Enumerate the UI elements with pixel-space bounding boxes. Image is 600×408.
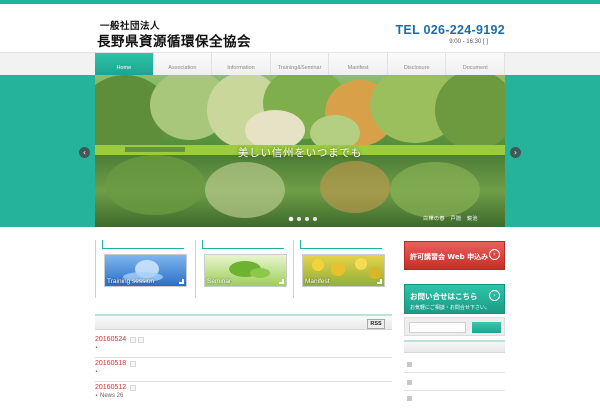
nav-item-information[interactable]: Information: [211, 53, 270, 75]
card-accent-line: [102, 248, 184, 249]
card-accent: [202, 240, 203, 248]
nav-item-training-seminar[interactable]: Training&Seminar: [269, 53, 329, 75]
search-button[interactable]: [472, 322, 501, 333]
card-seminar[interactable]: Seminar: [195, 240, 287, 298]
news-item[interactable]: 20160518 •: [95, 360, 392, 382]
rss-button[interactable]: RSS: [367, 319, 385, 329]
search-box: [404, 317, 505, 336]
corner-arrow-icon: [377, 279, 382, 284]
slide-dot-4[interactable]: [313, 217, 317, 221]
bullet-square-icon: [407, 362, 412, 367]
site-header: 一般社団法人 長野県資源循環保全協会 TEL 026-224-9192 9:00…: [0, 4, 600, 52]
seminar-application-banner[interactable]: 許可講習会 Web 申込み ›: [404, 241, 505, 270]
slide-next-button[interactable]: ›: [510, 147, 521, 158]
card-accent: [300, 240, 301, 248]
news-date[interactable]: 20160524: [95, 336, 126, 343]
card-image-manifest[interactable]: Manifest: [302, 254, 385, 287]
bullet-square-icon: [407, 380, 412, 385]
nav-item-manifest[interactable]: Manifest: [328, 53, 387, 75]
card-label: Manifest: [305, 278, 330, 285]
banner-label: お問い合せはこちら: [410, 292, 478, 301]
phone-number: TEL 026-224-9192: [395, 23, 505, 37]
hero-photo-credit: 白樺の春 戸隠 鏡池: [422, 216, 478, 222]
slide-dot-2[interactable]: [297, 217, 301, 221]
card-image-training[interactable]: Training session: [104, 254, 187, 287]
news-tag-icon: [138, 337, 144, 343]
news-date[interactable]: 20160518: [95, 360, 126, 367]
news-bullet: •: [95, 393, 98, 399]
bullet-square-icon: [407, 396, 412, 401]
site-logo-title[interactable]: 長野県資源循環保全協会: [97, 30, 251, 50]
card-label: Seminar: [207, 278, 232, 285]
sidebar-list-item[interactable]: [404, 390, 505, 407]
banner-label: 許可講習会 Web 申込み: [410, 253, 489, 261]
card-accent-line: [202, 248, 284, 249]
news-tag-icon: [130, 337, 136, 343]
hero-caption: 美しい信州をいつまでも: [237, 147, 363, 159]
sidebar-list-header: [404, 340, 505, 353]
card-manifest[interactable]: Manifest: [293, 240, 385, 298]
news-item[interactable]: 20160524 •: [95, 336, 392, 358]
nav-item-association[interactable]: Association: [152, 53, 212, 75]
banner-sublabel: お気軽にご相談・お問合せ下さい。: [410, 305, 490, 311]
slide-prev-button[interactable]: ‹: [79, 147, 90, 158]
sidebar-list-item[interactable]: [404, 356, 505, 373]
card-training-session[interactable]: Training session: [95, 240, 187, 298]
feature-cards: Training session Seminar Manifest: [95, 240, 392, 298]
news-date[interactable]: 20160512: [95, 384, 126, 391]
news-item[interactable]: 20160512 • News 26: [95, 384, 392, 406]
card-label: Training session: [107, 278, 155, 285]
arrow-right-icon: ›: [489, 249, 500, 260]
sidebar-list-item[interactable]: [404, 374, 505, 391]
news-title[interactable]: News 26: [100, 393, 123, 399]
news-tag-icon: [130, 385, 136, 391]
card-image-seminar[interactable]: Seminar: [204, 254, 287, 287]
news-bullet: •: [95, 369, 98, 375]
slide-dot-1[interactable]: [289, 217, 293, 221]
corner-arrow-icon: [279, 279, 284, 284]
search-input[interactable]: [409, 322, 466, 333]
nav-item-home[interactable]: Home: [95, 53, 153, 75]
card-accent-line: [300, 248, 382, 249]
nav-item-document[interactable]: Document: [445, 53, 506, 75]
slide-indicators: [289, 217, 317, 221]
news-list: 20160524 • 20160518 • 20160512 • News 26: [95, 336, 392, 408]
hero-slideshow[interactable]: 美しい信州をいつまでも 白樺の春 戸隠 鏡池: [95, 75, 505, 227]
news-bullet: •: [95, 345, 98, 351]
slide-dot-3[interactable]: [305, 217, 309, 221]
main-navigation: Home Association Information Training&Se…: [95, 53, 506, 75]
business-hours: 9:00 - 16:30 [ ]: [449, 39, 488, 45]
corner-arrow-icon: [179, 279, 184, 284]
arrow-right-icon: ›: [489, 290, 500, 301]
news-header-bar: RSS: [95, 314, 392, 330]
contact-banner[interactable]: お問い合せはこちら お気軽にご相談・お問合せ下さい。 ›: [404, 284, 505, 314]
nav-item-disclosure[interactable]: Disclosure: [386, 53, 446, 75]
news-tag-icon: [130, 361, 136, 367]
card-accent: [102, 240, 103, 248]
